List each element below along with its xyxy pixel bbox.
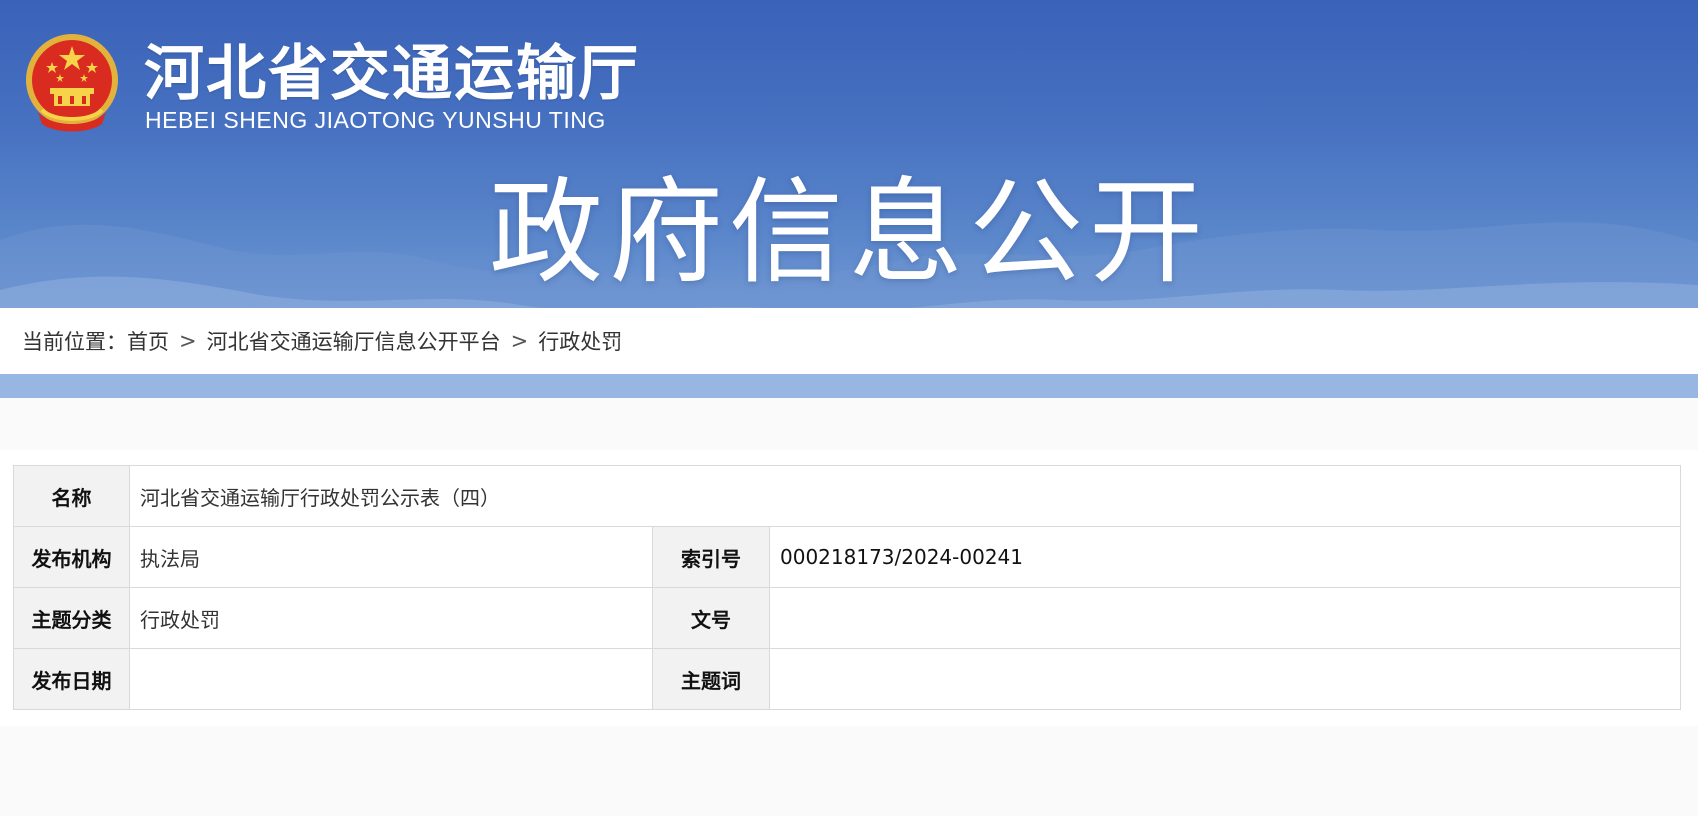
keywords-value <box>769 648 1681 710</box>
index-label: 索引号 <box>652 526 770 588</box>
breadcrumb-prefix: 当前位置： <box>22 330 127 354</box>
publisher-label: 发布机构 <box>13 526 130 588</box>
breadcrumb-platform-link[interactable]: 河北省交通运输厅信息公开平台 <box>207 326 501 356</box>
category-value: 行政处罚 <box>129 587 653 649</box>
breadcrumb-current-link[interactable]: 行政处罚 <box>538 326 622 356</box>
category-label: 主题分类 <box>13 587 130 649</box>
document-info-panel: 名称 河北省交通运输厅行政处罚公示表（四） 发布机构 执法局 索引号 00021… <box>0 450 1698 726</box>
national-emblem-icon <box>26 34 118 132</box>
date-label: 发布日期 <box>13 648 130 710</box>
breadcrumb-home-link[interactable]: 首页 <box>127 326 169 356</box>
table-row: 名称 河北省交通运输厅行政处罚公示表（四） <box>13 465 1681 527</box>
document-info-table: 名称 河北省交通运输厅行政处罚公示表（四） 发布机构 执法局 索引号 00021… <box>13 465 1681 710</box>
banner-title: 政府信息公开 <box>488 166 1209 299</box>
breadcrumb-separator: > <box>510 329 529 353</box>
date-value <box>129 648 653 710</box>
header-banner: 河北省交通运输厅 HEBEI SHENG JIAOTONG YUNSHU TIN… <box>0 0 1698 398</box>
doc-no-label: 文号 <box>652 587 770 649</box>
doc-no-value <box>769 587 1681 649</box>
name-label: 名称 <box>13 465 130 527</box>
table-row: 发布机构 执法局 索引号 000218173/2024-00241 <box>13 526 1681 588</box>
index-value: 000218173/2024-00241 <box>769 526 1681 588</box>
site-name-cn: 河北省交通运输厅 <box>144 39 640 109</box>
publisher-value: 执法局 <box>129 526 653 588</box>
breadcrumb: 当前位置： 首页 > 河北省交通运输厅信息公开平台 > 行政处罚 <box>0 308 1698 374</box>
table-row: 主题分类 行政处罚 文号 <box>13 587 1681 649</box>
keywords-label: 主题词 <box>652 648 770 710</box>
table-row: 发布日期 主题词 <box>13 648 1681 710</box>
site-name-en: HEBEI SHENG JIAOTONG YUNSHU TING <box>145 107 606 133</box>
name-value: 河北省交通运输厅行政处罚公示表（四） <box>129 465 1681 527</box>
breadcrumb-separator: > <box>179 329 197 353</box>
